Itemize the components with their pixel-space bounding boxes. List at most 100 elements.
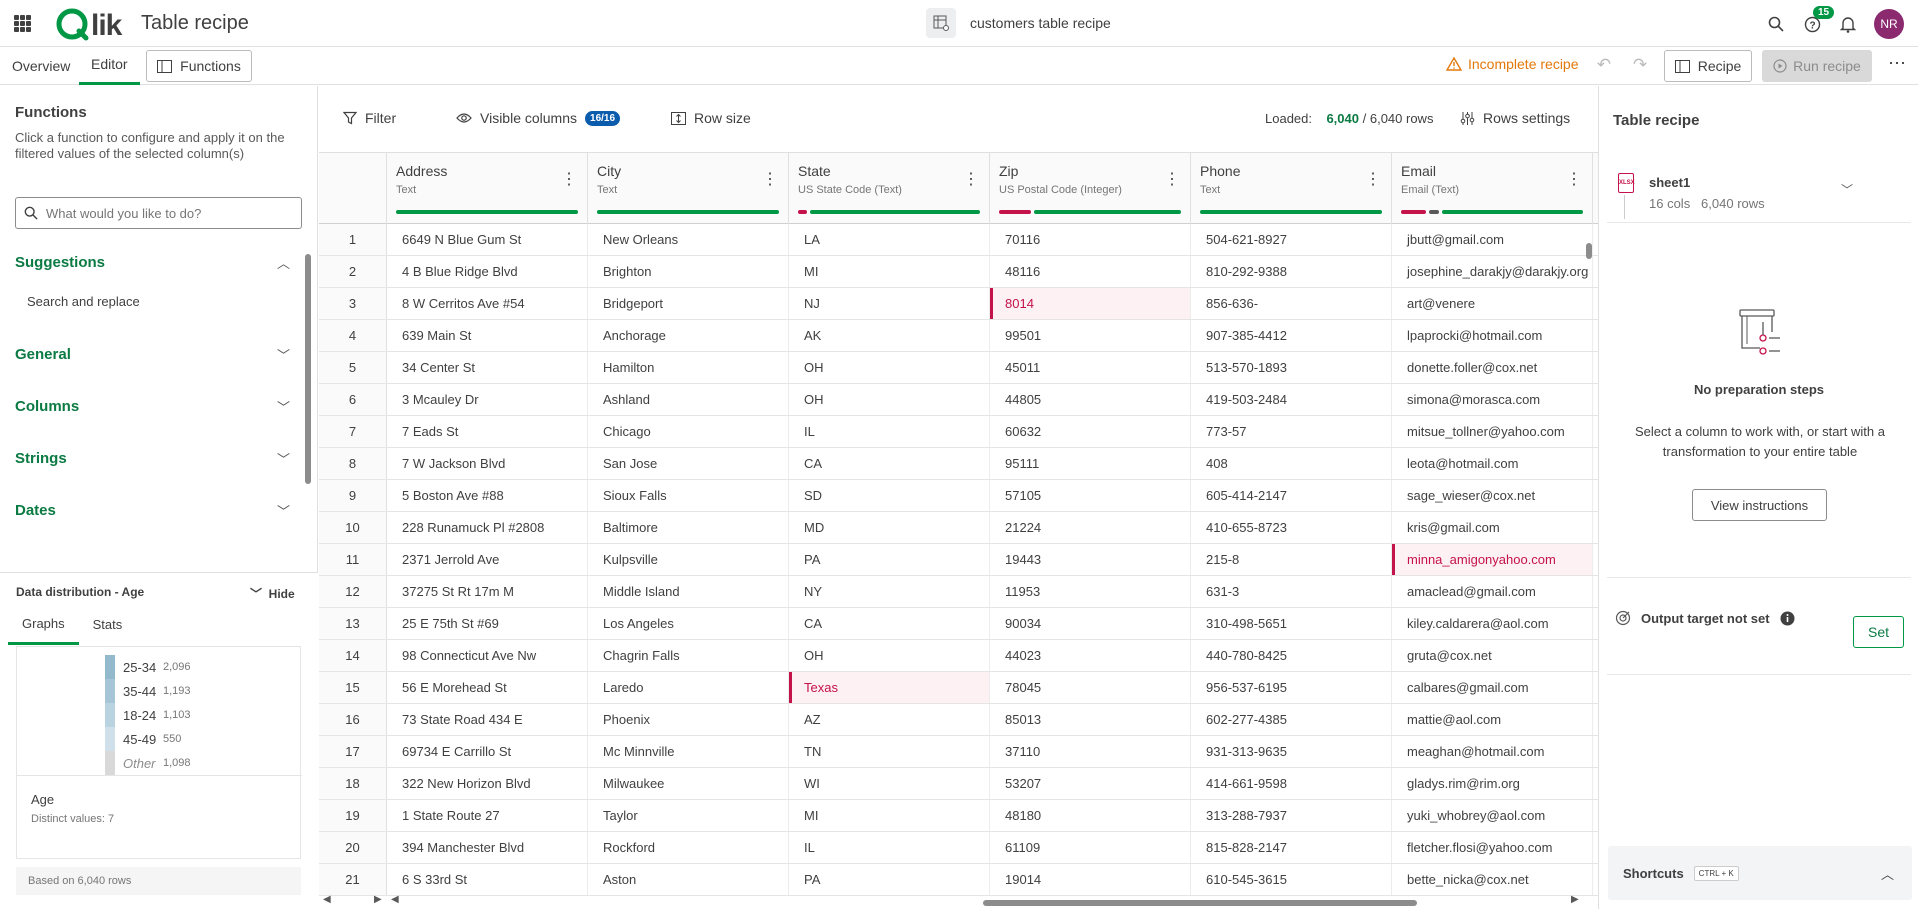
shortcuts-panel[interactable]: Shortcuts CTRL + K ︿ [1608,846,1912,900]
table-cell[interactable]: TN [789,736,990,767]
table-cell[interactable]: IL [789,416,990,447]
table-cell[interactable]: Chicago [588,416,789,447]
table-cell[interactable]: 98 Connecticut Ave Nw [387,640,588,671]
table-cell[interactable]: lpaprocki@hotmail.com [1392,320,1593,351]
table-row[interactable]: 18 322 New Horizon Blvd Milwaukee WI 53207 41… [319,768,1598,800]
table-cell[interactable]: OH [789,640,990,671]
table-cell[interactable]: SD [789,480,990,511]
avatar[interactable]: NR [1874,9,1904,39]
table-cell[interactable]: 21224 [990,512,1191,543]
table-cell[interactable]: 90034 [990,608,1191,639]
table-cell[interactable]: 773-57 [1191,416,1392,447]
table-row[interactable]: 38 W Cerritos Ave #54 Bridgeport NJ 8014 856… [319,288,1598,320]
table-cell[interactable]: 610-545-3615 [1191,864,1392,895]
table-cell[interactable]: 956-537-6195 [1191,672,1392,703]
column-menu-icon[interactable]: ⋮ [1164,169,1180,189]
table-cell[interactable]: PA [789,864,990,895]
table-cell[interactable]: kris@gmail.com [1392,512,1593,543]
table-cell[interactable]: 44805 [990,384,1191,415]
table-cell[interactable]: 19014 [990,864,1191,895]
table-cell[interactable]: gruta@cox.net [1392,640,1593,671]
table-cell[interactable]: 513-570-1893 [1191,352,1392,383]
table-row[interactable]: 63 Mcauley Dr Ashland OH 44805 419-503-2484 s… [319,384,1598,416]
table-cell[interactable]: 7 W Jackson Blvd [387,448,588,479]
table-cell[interactable]: 931-313-9635 [1191,736,1392,767]
table-cell[interactable]: New Orleans [588,224,789,255]
table-cell[interactable]: OH [789,384,990,415]
function-search[interactable] [15,197,302,229]
table-cell[interactable]: mitsue_tollner@yahoo.com [1392,416,1593,447]
category-columns[interactable]: Columns ﹀ [15,392,290,420]
table-cell[interactable]: 414-661-9598 [1191,768,1392,799]
table-cell[interactable]: art@venere [1392,288,1593,319]
table-cell[interactable]: 69734 E Carrillo St [387,736,588,767]
app-launcher-icon[interactable] [14,15,31,32]
category-general[interactable]: General ﹀ [15,340,290,368]
table-row[interactable]: 1 6649 N Blue Gum St New Orleans LA 70116 504… [319,224,1598,256]
table-cell[interactable]: OH [789,352,990,383]
table-cell[interactable]: jbutt@gmail.com [1392,224,1593,255]
table-cell[interactable]: IL [789,832,990,863]
table-cell[interactable]: 45011 [990,352,1191,383]
table-cell[interactable]: 504-621-8927 [1191,224,1392,255]
table-cell[interactable]: 215-8 [1191,544,1392,575]
table-cell[interactable]: Laredo [588,672,789,703]
table-cell[interactable]: 815-828-2147 [1191,832,1392,863]
table-row[interactable]: 20 394 Manchester Blvd Rockford IL 61109 815-… [319,832,1598,864]
table-cell[interactable]: 11953 [990,576,1191,607]
table-cell[interactable]: 3 Mcauley Dr [387,384,588,415]
table-cell[interactable]: 60632 [990,416,1191,447]
row-size-button[interactable]: Row size [671,110,751,126]
table-cell[interactable]: Bridgeport [588,288,789,319]
functions-scrollbar[interactable] [304,244,312,584]
column-menu-icon[interactable]: ⋮ [963,169,979,189]
table-cell[interactable]: 408 [1191,448,1392,479]
table-cell[interactable]: mattie@aol.com [1392,704,1593,735]
table-row[interactable]: 5 34 Center St Hamilton OH 45011 513-570-1893… [319,352,1598,384]
tab-stats[interactable]: Stats [79,605,137,645]
hide-button[interactable]: ﹀ Hide [250,585,295,602]
visible-columns-button[interactable]: Visible columns 16/16 [456,110,621,126]
table-cell[interactable]: Texas [789,672,990,703]
recipe-button[interactable]: Recipe [1664,50,1752,82]
table-cell[interactable]: 8 W Cerritos Ave #54 [387,288,588,319]
table-row[interactable]: 24 B Blue Ridge Blvd Brighton MI 48116 810-2… [319,256,1598,288]
table-cell[interactable]: donette.foller@cox.net [1392,352,1593,383]
table-cell[interactable]: MI [789,800,990,831]
table-cell[interactable]: MI [789,256,990,287]
table-row[interactable]: 15 56 E Morehead St Laredo Texas 78045 956-53… [319,672,1598,704]
table-cell[interactable]: NJ [789,288,990,319]
set-output-button[interactable]: Set [1853,616,1904,648]
table-cell[interactable]: bette_nicka@cox.net [1392,864,1593,895]
distribution-bar[interactable]: 18-24 1,103 [105,703,191,727]
chevron-down-icon[interactable]: ﹀ [1841,181,1853,198]
table-row[interactable]: 13 25 E 75th St #69 Los Angeles CA 90034 310-… [319,608,1598,640]
column-header[interactable]: Email Email (Text) ⋮ [1392,153,1593,225]
table-cell[interactable]: CA [789,608,990,639]
table-cell[interactable]: 419-503-2484 [1191,384,1392,415]
table-cell[interactable]: josephine_darakjy@darakjy.org [1392,256,1593,287]
table-cell[interactable]: 5 Boston Ave #88 [387,480,588,511]
table-cell[interactable]: 394 Manchester Blvd [387,832,588,863]
distribution-bar[interactable]: Other 1,098 [105,751,191,775]
table-cell[interactable]: 228 Runamuck Pl #2808 [387,512,588,543]
table-cell[interactable]: Chagrin Falls [588,640,789,671]
info-icon[interactable] [1780,611,1795,626]
table-row[interactable]: 87 W Jackson Blvd San Jose CA 95111 408 leota… [319,448,1598,480]
table-cell[interactable]: 25 E 75th St #69 [387,608,588,639]
column-menu-icon[interactable]: ⋮ [1365,169,1381,189]
table-cell[interactable]: Aston [588,864,789,895]
table-cell[interactable]: CA [789,448,990,479]
table-cell[interactable]: Anchorage [588,320,789,351]
table-cell[interactable]: 322 New Horizon Blvd [387,768,588,799]
table-cell[interactable]: 605-414-2147 [1191,480,1392,511]
table-cell[interactable]: 310-498-5651 [1191,608,1392,639]
table-cell[interactable]: Sioux Falls [588,480,789,511]
help-icon[interactable]: ? 15 [1796,6,1835,40]
table-cell[interactable]: 810-292-9388 [1191,256,1392,287]
column-header[interactable]: City Text ⋮ [588,153,789,225]
table-cell[interactable]: Brighton [588,256,789,287]
scroll-left-icon[interactable]: ◀ [391,894,399,905]
table-cell[interactable]: 56 E Morehead St [387,672,588,703]
table-cell[interactable]: 7 Eads St [387,416,588,447]
